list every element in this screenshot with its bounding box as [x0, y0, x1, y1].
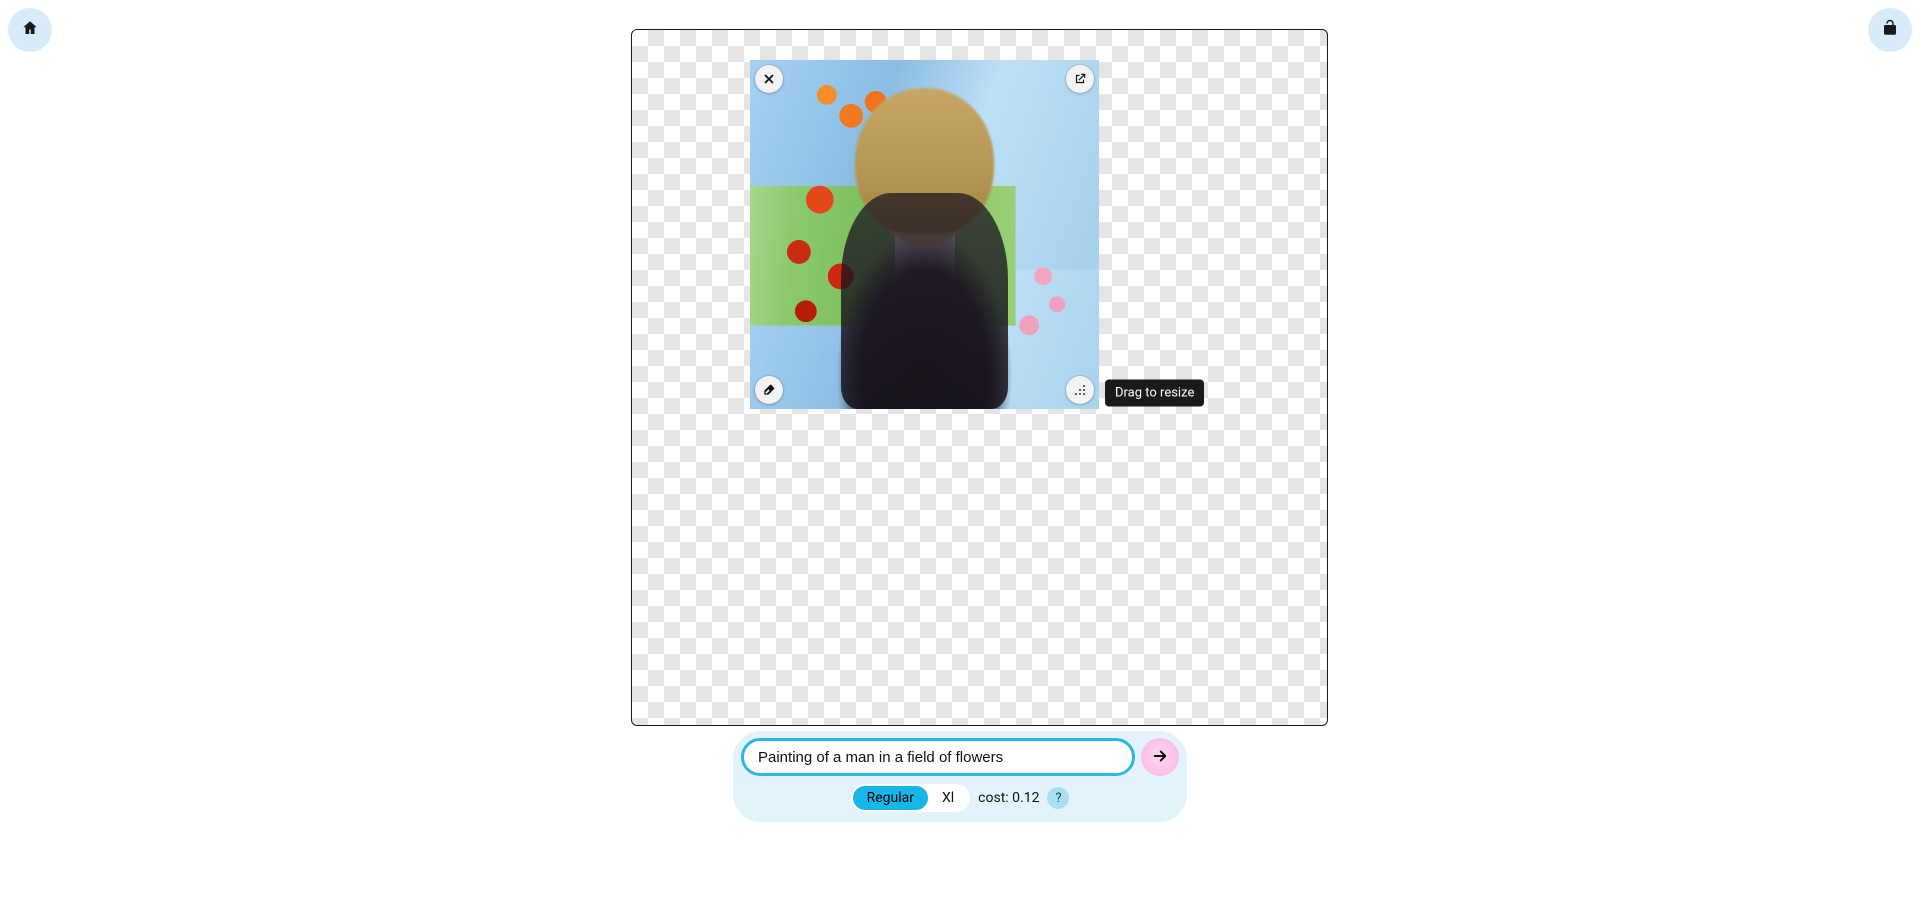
prompt-bar: Regular Xl cost: 0.12 ?	[733, 731, 1187, 822]
arrow-right-icon	[1151, 747, 1169, 768]
prompt-input-row	[741, 738, 1179, 776]
tile-close-button[interactable]	[755, 65, 783, 93]
unlock-icon	[1881, 19, 1899, 41]
size-option-regular[interactable]: Regular	[853, 786, 928, 810]
cost-label: cost: 0.12	[978, 790, 1039, 806]
eraser-icon	[762, 383, 776, 397]
prompt-input[interactable]	[741, 738, 1135, 776]
prompt-options-row: Regular Xl cost: 0.12 ?	[741, 784, 1179, 812]
resize-tooltip: Drag to resize	[1105, 380, 1204, 407]
lock-toggle-button[interactable]	[1868, 8, 1912, 52]
tile-erase-button[interactable]	[755, 376, 783, 404]
external-link-icon	[1073, 72, 1087, 86]
resize-handle-icon	[1074, 384, 1086, 396]
generated-image	[750, 60, 1099, 409]
submit-button[interactable]	[1141, 738, 1179, 776]
size-toggle: Regular Xl	[851, 784, 971, 812]
close-icon	[762, 72, 776, 86]
help-button[interactable]: ?	[1047, 787, 1069, 809]
home-button[interactable]	[8, 8, 52, 52]
home-icon	[21, 19, 39, 41]
tile-resize-handle[interactable]	[1066, 376, 1094, 404]
size-option-xl[interactable]: Xl	[928, 786, 968, 810]
tile-expand-button[interactable]	[1066, 65, 1094, 93]
canvas-board[interactable]: Drag to resize	[631, 29, 1328, 726]
image-tile[interactable]: Drag to resize	[750, 60, 1099, 409]
